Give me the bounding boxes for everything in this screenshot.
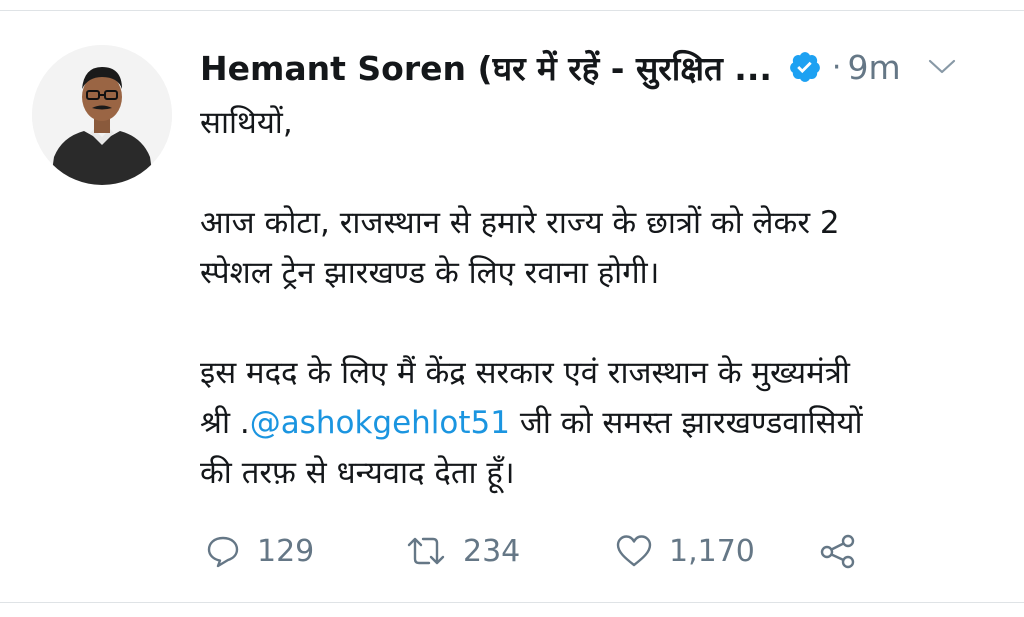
tweet-text-fragment: श्री . xyxy=(200,405,250,441)
retweet-button[interactable]: 234 xyxy=(405,528,520,574)
person-avatar-icon xyxy=(32,45,172,185)
reply-icon xyxy=(207,536,239,568)
tweet-header: Hemant Soren (घर में रहें - सुरक्षित ...… xyxy=(200,44,957,90)
retweet-icon xyxy=(407,537,445,565)
tweet-body: साथियों, आज कोटा, राजस्थान से हमारे राज्… xyxy=(200,98,1000,498)
tweet-line-greeting: साथियों, xyxy=(200,105,293,141)
like-button[interactable]: 1,170 xyxy=(615,528,755,574)
tweet-line: स्पेशल ट्रेन झारखण्ड के लिए रवाना होगी। xyxy=(200,255,660,291)
verified-badge-icon xyxy=(788,50,822,84)
retweet-count: 234 xyxy=(463,533,521,569)
reply-count: 129 xyxy=(257,533,315,569)
tweet-timestamp[interactable]: 9m xyxy=(847,48,900,87)
share-button[interactable] xyxy=(818,528,858,574)
tweet-line: की तरफ़ से धन्यवाद देता हूँ। xyxy=(200,455,515,491)
bottom-divider xyxy=(0,602,1024,603)
tweet-text-fragment: जी को समस्त झारखण्डवासियों xyxy=(509,405,863,441)
reply-button[interactable]: 129 xyxy=(205,528,314,574)
author-avatar[interactable] xyxy=(32,45,172,185)
separator-dot: · xyxy=(831,49,842,85)
chevron-down-icon[interactable] xyxy=(927,57,957,77)
like-count: 1,170 xyxy=(669,533,755,569)
share-icon xyxy=(820,534,855,569)
top-divider xyxy=(0,10,1024,11)
tweet-line: आज कोटा, राजस्थान से हमारे राज्य के छात्… xyxy=(200,205,840,241)
tweet-line: इस मदद के लिए मैं केंद्र सरकार एवं राजस्… xyxy=(200,355,850,391)
tweet-actions: 129 234 1,170 xyxy=(205,528,905,574)
mention-link[interactable]: @ashokgehlot51 xyxy=(250,405,510,441)
heart-icon xyxy=(616,535,652,567)
tweet-line-with-mention: श्री .@ashokgehlot51 जी को समस्त झारखण्ड… xyxy=(200,398,1000,448)
author-display-name[interactable]: Hemant Soren (घर में रहें - सुरक्षित ... xyxy=(200,45,772,90)
